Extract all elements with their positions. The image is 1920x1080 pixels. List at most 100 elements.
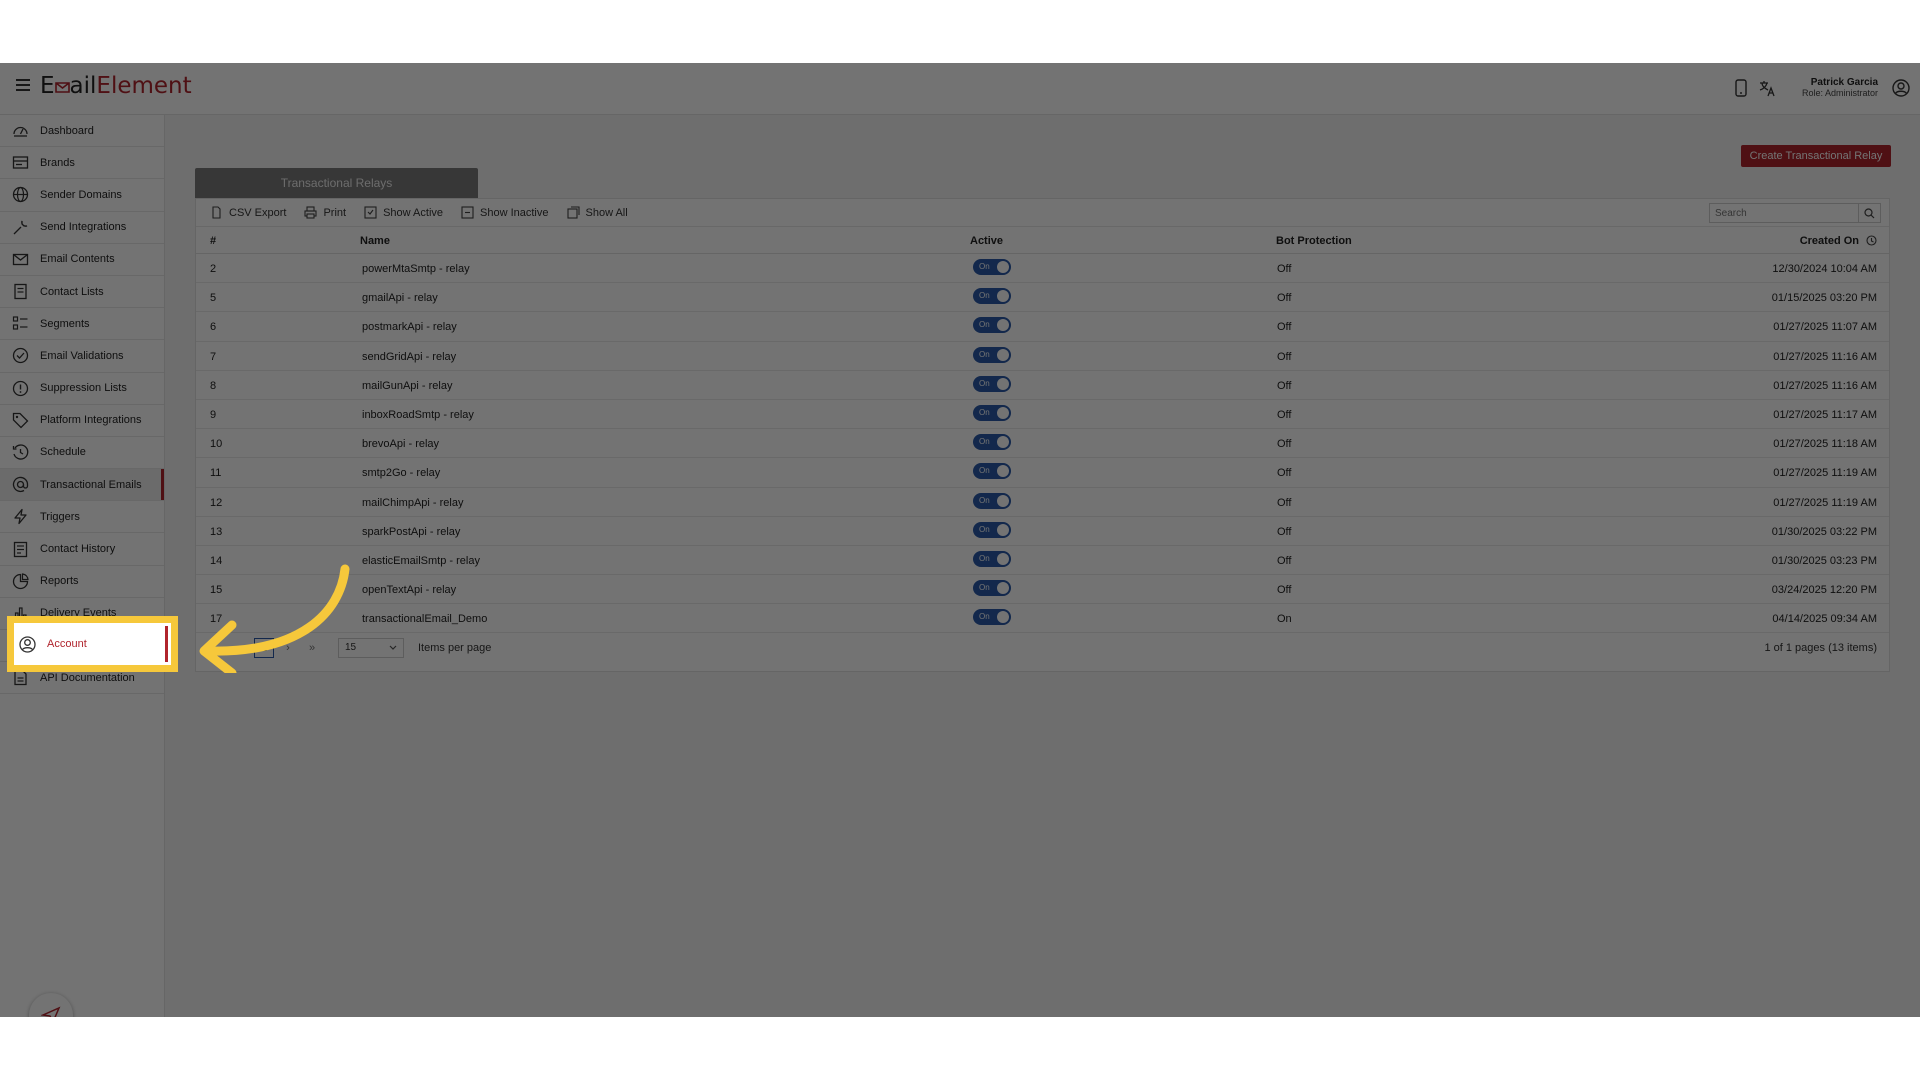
user-info[interactable]: Patrick Garcia Role: Administrator [1802,77,1878,99]
sidebar-item-triggers[interactable]: Triggers [0,501,164,534]
sidebar-item-email-contents[interactable]: Email Contents [0,244,164,276]
sidebar-item-suppression-lists[interactable]: Suppression Lists [0,373,164,405]
search-button[interactable] [1859,203,1881,223]
row-created-on: 01/27/2025 11:16 AM [1773,379,1877,392]
sidebar-item-email-validations[interactable]: Email Validations [0,340,164,373]
sidebar-item-label: Schedule [40,446,86,459]
table-row[interactable]: 2 powerMtaSmtp - relay On Off 12/30/2024 10:… [196,254,1889,284]
sidebar-item-reports[interactable]: Reports [0,566,164,598]
active-toggle[interactable]: On [973,404,1011,421]
user-circle-icon [19,635,36,653]
create-transactional-relay-button[interactable]: Create Transactional Relay [1741,145,1891,167]
active-toggle[interactable]: On [973,609,1011,626]
toggle-knob [997,290,1009,303]
column-header-created-on[interactable]: Created On [1800,235,1859,247]
table-row[interactable]: 12 mailChimpApi - relay On Off 01/27/2025 11… [196,488,1889,517]
row-id: 12 [210,496,223,509]
active-toggle[interactable]: On [973,375,1011,392]
sidebar-item-contact-lists[interactable]: Contact Lists [0,276,164,309]
table-row[interactable]: 8 mailGunApi - relay On Off 01/27/2025 11:16… [196,371,1889,400]
sidebar-item-label: Triggers [40,510,80,523]
active-toggle[interactable]: On [973,434,1011,451]
row-created-on: 01/27/2025 11:17 AM [1773,408,1877,421]
row-created-on: 01/27/2025 11:07 AM [1773,321,1877,334]
csv-export-button[interactable]: CSV Export [210,206,286,219]
toggle-label: On [979,583,990,593]
show-inactive-button[interactable]: Show Inactive [461,206,549,219]
sidebar-item-brands[interactable]: Brands [0,147,164,180]
table-row[interactable]: 7 sendGridApi - relay On Off 01/27/2025 11:1… [196,342,1889,371]
table-row[interactable]: 10 brevoApi - relay On Off 01/27/2025 11:18 … [196,429,1889,459]
row-id: 6 [210,321,217,334]
active-toggle[interactable]: On [973,521,1011,538]
sidebar-item-contact-history[interactable]: Contact History [0,533,164,566]
active-toggle[interactable]: On [973,550,1011,567]
toggle-label: On [979,524,990,534]
relays-grid: CSV Export Print Show Active Show Inacti… [195,198,1890,672]
row-created-on: 12/30/2024 10:04 AM [1772,263,1877,275]
print-button[interactable]: Print [304,206,346,219]
active-toggle[interactable]: On [973,259,1011,275]
column-header-bot-protection[interactable]: Bot Protection [1276,235,1352,247]
sidebar-item-send-integrations[interactable]: Send Integrations [0,212,164,244]
row-created-on: 01/27/2025 11:18 AM [1773,438,1877,451]
row-created-on: 01/15/2025 03:20 PM [1771,292,1877,305]
sidebar-item-account-highlighted[interactable]: Account [17,626,168,662]
sidebar-item-label: Platform Integrations [40,414,142,427]
bolt-icon [14,509,27,525]
pie-chart-icon [12,573,29,589]
table-row[interactable]: 17 transactionalEmail_Demo On On 04/14/2025 … [196,604,1889,634]
list-check-icon [566,206,580,219]
toggle-knob [997,377,1009,390]
tab-transactional-relays[interactable]: Transactional Relays [195,168,478,198]
table-row[interactable]: 9 inboxRoadSmtp - relay On Off 01/27/2025 11… [196,400,1889,430]
toggle-knob [997,406,1009,419]
menu-icon[interactable] [16,79,30,91]
translate-icon[interactable] [1758,78,1776,98]
notifications-button[interactable]: 46 [29,993,73,1017]
toggle-knob [997,348,1009,361]
user-circle-icon[interactable] [1892,78,1910,98]
sidebar-item-label: Contact History [40,543,116,556]
active-toggle[interactable]: On [973,492,1011,509]
pager: 1 › » 15 Items per page 1 of 1 pages (13… [196,633,1889,663]
column-header-name[interactable]: Name [360,235,390,247]
mobile-icon[interactable] [1732,78,1750,98]
active-toggle[interactable]: On [973,580,1011,597]
sidebar-item-sender-domains[interactable]: Sender Domains [0,179,164,212]
clock-icon [12,444,29,460]
table-row[interactable]: 5 gmailApi - relay On Off 01/15/2025 03:20 P… [196,283,1889,313]
column-header-active[interactable]: Active [970,235,1003,247]
printer-icon [304,206,318,219]
column-header-id[interactable]: # [210,235,216,247]
table-row[interactable]: 13 sparkPostApi - relay On Off 01/30/2025 03… [196,517,1889,546]
sidebar-item-transactional-emails[interactable]: Transactional Emails [0,469,164,502]
sidebar-item-segments[interactable]: Segments [0,308,164,341]
highlight-box: Account [7,616,178,672]
row-id: 8 [210,379,217,392]
active-toggle[interactable]: On [973,317,1011,334]
sort-icon[interactable] [1866,235,1877,246]
active-toggle[interactable]: On [973,288,1011,305]
row-id: 7 [210,350,217,363]
row-bot-protection: Off [1277,350,1292,363]
toggle-label: On [979,466,990,476]
toggle-label: On [979,407,990,417]
show-active-button[interactable]: Show Active [364,206,443,219]
search-input[interactable] [1709,203,1859,223]
table-row[interactable]: 6 postmarkApi - relay On Off 01/27/2025 11:0… [196,312,1889,342]
row-id: 10 [210,438,223,451]
toggle-knob [997,319,1009,332]
table-row[interactable]: 11 smtp2Go - relay On Off 01/27/2025 11:19 A… [196,458,1889,488]
row-bot-protection: Off [1277,408,1292,421]
sidebar-item-dashboard[interactable]: Dashboard [0,115,164,148]
active-toggle[interactable]: On [973,463,1011,480]
active-toggle[interactable]: On [973,346,1011,363]
app-logo[interactable]: EailElement [40,73,192,99]
table-row[interactable]: 15 openTextApi - relay On Off 03/24/2025 12:… [196,575,1889,605]
show-all-button[interactable]: Show All [566,206,628,219]
sidebar-item-platform-integrations[interactable]: Platform Integrations [0,405,164,437]
table-row[interactable]: 14 elasticEmailSmtp - relay On Off 01/30/202… [196,546,1889,576]
sidebar-item-schedule[interactable]: Schedule [0,437,164,470]
toggle-knob [997,494,1009,507]
